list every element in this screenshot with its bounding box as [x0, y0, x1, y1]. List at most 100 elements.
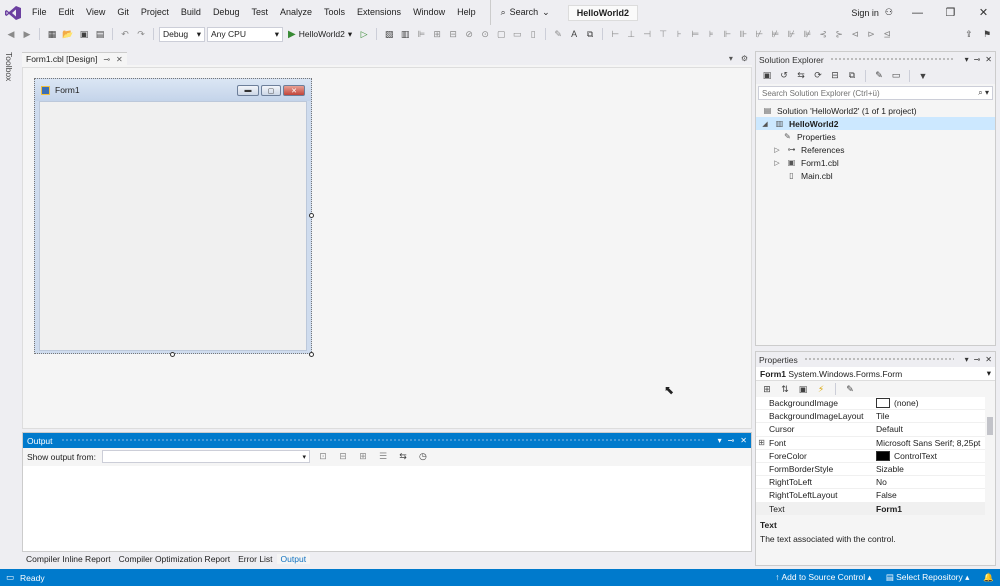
font-size-icon[interactable]: A	[567, 27, 581, 41]
tree-item-main[interactable]: ▯ Main.cbl	[756, 169, 995, 182]
collapse-all-icon[interactable]: ⊟	[828, 69, 842, 83]
drag-grip[interactable]	[829, 57, 954, 62]
tab-compiler-inline-report[interactable]: Compiler Inline Report	[22, 554, 115, 564]
output-text-area[interactable]	[23, 466, 751, 551]
prop-row-backgroundimage[interactable]: BackgroundImage (none)	[756, 397, 995, 411]
menu-edit[interactable]: Edit	[53, 0, 81, 25]
bookmark-icon[interactable]: ▯	[526, 27, 540, 41]
align-grid-icon[interactable]: ⊞	[430, 27, 444, 41]
refresh-icon[interactable]: ⟳	[811, 69, 825, 83]
toolbox-tab[interactable]: Toolbox	[0, 47, 20, 569]
menu-build[interactable]: Build	[175, 0, 207, 25]
align-left-icon[interactable]: ⊫	[414, 27, 428, 41]
toggle-word-wrap-icon[interactable]: ⇆	[396, 450, 410, 464]
tab-error-list[interactable]: Error List	[234, 554, 276, 564]
window-position-icon[interactable]: ▾	[718, 436, 722, 445]
tab-order-icon[interactable]: ⊳	[864, 27, 878, 41]
prop-row-text[interactable]: Text Form1	[756, 502, 995, 515]
new-project-icon[interactable]: ▦	[45, 27, 59, 41]
preview-icon[interactable]: ▭	[889, 69, 903, 83]
layout-icon[interactable]: ▥	[398, 27, 412, 41]
timestamp-clock-icon[interactable]: ◷	[416, 450, 430, 464]
window-position-icon[interactable]: ▾	[965, 355, 969, 364]
menu-debug[interactable]: Debug	[207, 0, 246, 25]
resize-handle-right[interactable]	[309, 213, 314, 218]
menu-git[interactable]: Git	[111, 0, 135, 25]
align-centers-icon[interactable]: ⊥	[624, 27, 638, 41]
make-same-height-icon[interactable]: ⊩	[720, 27, 734, 41]
output-source-select[interactable]: ▾	[101, 450, 310, 463]
prop-row-cursor[interactable]: Cursor Default	[756, 423, 995, 437]
drag-grip[interactable]	[60, 438, 704, 443]
tree-solution-node[interactable]: ▤ Solution 'HelloWorld2' (1 of 1 project…	[756, 104, 995, 117]
select-repository-button[interactable]: ▤ Select Repository ▴	[886, 572, 970, 583]
undo-icon[interactable]: ↶	[118, 27, 132, 41]
breakpoint-icon[interactable]: ⊙	[478, 27, 492, 41]
menu-file[interactable]: File	[26, 0, 53, 25]
close-panel-icon[interactable]: ✕	[740, 436, 747, 445]
clear-all-icon[interactable]: ☰	[376, 450, 390, 464]
platform-select[interactable]: Any CPU ▾	[207, 26, 283, 42]
object-selector[interactable]: Form1 System.Windows.Forms.Form ▾	[756, 367, 995, 381]
align-lefts-icon[interactable]: ⊢	[608, 27, 622, 41]
menu-project[interactable]: Project	[135, 0, 175, 25]
prop-row-backgroundimagelayout[interactable]: BackgroundImageLayout Tile	[756, 410, 995, 424]
go-to-previous-icon[interactable]: ⊟	[336, 450, 350, 464]
prop-row-righttoleftlayout[interactable]: RightToLeftLayout False	[756, 489, 995, 503]
collapsed-arrow-icon[interactable]: ▷	[772, 146, 782, 154]
expanded-arrow-icon[interactable]: ◢	[760, 120, 770, 128]
comment-icon[interactable]: ▭	[510, 27, 524, 41]
format-icon[interactable]: ⊟	[446, 27, 460, 41]
collapsed-arrow-icon[interactable]: ▷	[772, 159, 782, 167]
show-all-files-icon[interactable]: ⧉	[845, 69, 859, 83]
prop-row-forecolor[interactable]: ForeColor ControlText	[756, 450, 995, 463]
toolbox-icon[interactable]: ▧	[382, 27, 396, 41]
property-pages-wrench-icon[interactable]: ✎	[843, 382, 857, 396]
menu-view[interactable]: View	[80, 0, 111, 25]
menu-tools[interactable]: Tools	[318, 0, 351, 25]
auto-hide-pin-icon[interactable]: ⊸	[974, 55, 981, 64]
visual-studio-logo-icon[interactable]	[0, 0, 26, 25]
center-horizontally-icon[interactable]: ⊯	[800, 27, 814, 41]
bring-to-front-icon[interactable]: ⊱	[832, 27, 846, 41]
sign-in-button[interactable]: Sign in ⚇	[843, 7, 901, 18]
share-icon[interactable]: ⇪	[962, 27, 976, 41]
save-all-icon[interactable]: ▤	[93, 27, 107, 41]
tree-item-form1[interactable]: ▷ ▣ Form1.cbl	[756, 156, 995, 169]
alphabetical-icon[interactable]: ⇅	[778, 382, 792, 396]
global-search[interactable]: ⌕ Search ⌄	[489, 0, 560, 25]
menu-window[interactable]: Window	[407, 0, 451, 25]
menu-extensions[interactable]: Extensions	[351, 0, 407, 25]
wrench-icon[interactable]: ✎	[551, 27, 565, 41]
size-to-grid-icon[interactable]: ⊪	[736, 27, 750, 41]
switch-views-icon[interactable]: ▣	[760, 69, 774, 83]
menu-help[interactable]: Help	[451, 0, 482, 25]
tab-list-dropdown-icon[interactable]: ▾	[729, 54, 733, 63]
prop-row-righttoleft[interactable]: RightToLeft No	[756, 476, 995, 490]
restore-button[interactable]: ❐	[934, 0, 967, 25]
start-without-debugging-icon[interactable]: ▷	[357, 27, 371, 41]
close-panel-icon[interactable]: ✕	[985, 55, 992, 64]
resize-handle-bottom[interactable]	[170, 352, 175, 357]
form-design-frame[interactable]: Form1 ▬ ▢ ✕	[34, 78, 312, 354]
align-rights-icon[interactable]: ⊣	[640, 27, 654, 41]
properties-wrench-icon[interactable]: ✎	[872, 69, 886, 83]
resize-handle-corner[interactable]	[309, 352, 314, 357]
scrollbar-thumb[interactable]	[987, 417, 993, 435]
center-vertically-icon[interactable]: ⊰	[816, 27, 830, 41]
feedback-icon[interactable]: ⚑	[980, 27, 994, 41]
history-icon[interactable]: ↺	[777, 69, 791, 83]
horizontal-spacing-icon[interactable]: ⊭	[768, 27, 782, 41]
navigate-forward-icon[interactable]: ▶	[20, 27, 34, 41]
pin-icon[interactable]: ⊸	[103, 55, 110, 64]
menu-test[interactable]: Test	[245, 0, 274, 25]
translate-icon[interactable]: ⧉	[583, 27, 597, 41]
form-client-area[interactable]	[39, 101, 307, 351]
lock-controls-icon[interactable]: ⊴	[880, 27, 894, 41]
navigate-back-icon[interactable]: ◀	[4, 27, 18, 41]
auto-hide-pin-icon[interactable]: ⊸	[974, 355, 981, 364]
sync-icon[interactable]: ⇆	[794, 69, 808, 83]
menu-analyze[interactable]: Analyze	[274, 0, 318, 25]
prop-row-font[interactable]: ⊞ Font Microsoft Sans Serif; 8,25pt	[756, 437, 995, 450]
tree-project-node[interactable]: ◢ ▥ HelloWorld2	[756, 117, 995, 130]
